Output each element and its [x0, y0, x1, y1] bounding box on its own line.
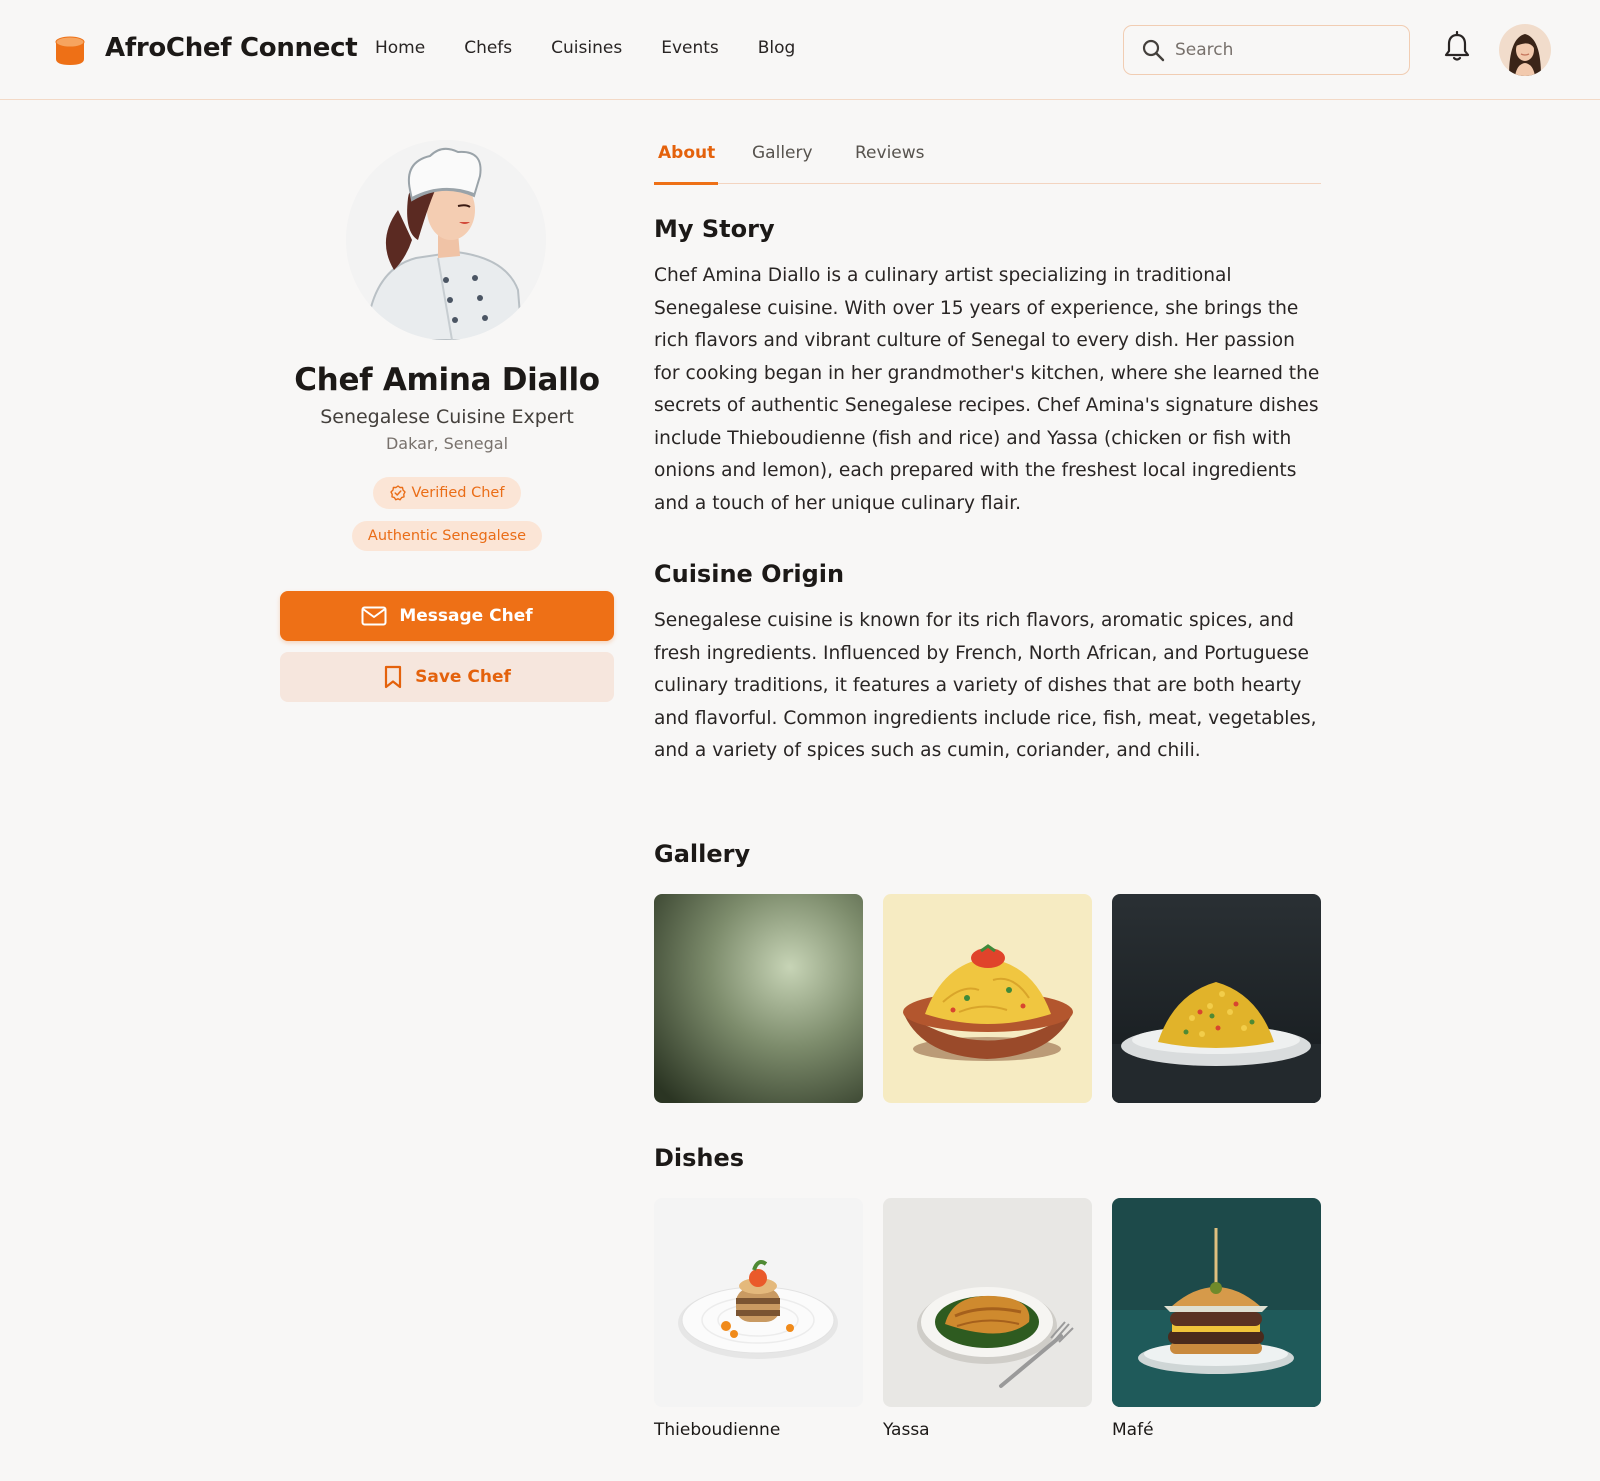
dish-name-mafe: Mafé	[1112, 1420, 1154, 1440]
notification-bell-icon[interactable]	[1443, 31, 1471, 63]
brand-name[interactable]: AfroChef Connect	[105, 33, 358, 63]
search-icon	[1142, 39, 1165, 62]
top-header: AfroChef Connect Home Chefs Cuisines Eve…	[0, 0, 1600, 100]
nav-cuisines[interactable]: Cuisines	[551, 38, 622, 58]
chef-name: Chef Amina Diallo	[294, 362, 600, 398]
dish-image-yassa[interactable]	[883, 1198, 1092, 1407]
tab-about[interactable]: About	[658, 143, 715, 163]
dish-name-yassa: Yassa	[883, 1420, 930, 1440]
cuisine-origin-text: Senegalese cuisine is known for its rich…	[654, 610, 1317, 761]
verified-chef-label: Verified Chef	[411, 485, 505, 501]
chef-profile-photo	[346, 140, 546, 340]
user-avatar-image	[1499, 24, 1551, 76]
gallery-image-3[interactable]	[1112, 894, 1321, 1103]
dish-image-mafe[interactable]	[1112, 1198, 1321, 1407]
logo-icon[interactable]	[54, 34, 86, 66]
cuisine-origin-heading: Cuisine Origin	[654, 560, 845, 588]
dish-name-thieboudienne: Thieboudienne	[654, 1420, 781, 1440]
gallery-image-2[interactable]	[883, 894, 1092, 1103]
chef-location: Dakar, Senegal	[385, 434, 509, 453]
nav-chefs[interactable]: Chefs	[464, 38, 512, 58]
tab-reviews[interactable]: Reviews	[855, 143, 925, 163]
main-nav: Home Chefs Cuisines Events Blog	[375, 38, 834, 58]
bookmark-icon	[385, 665, 402, 689]
message-chef-label: Message Chef	[399, 606, 533, 626]
search-box[interactable]	[1123, 25, 1410, 75]
dishes-heading: Dishes	[654, 1144, 745, 1172]
user-avatar[interactable]	[1499, 24, 1551, 76]
nav-home[interactable]: Home	[375, 38, 425, 58]
mail-icon	[361, 606, 387, 626]
chef-specialty: Senegalese Cuisine Expert	[320, 406, 574, 428]
gallery-image-1[interactable]	[654, 894, 863, 1103]
nav-blog[interactable]: Blog	[758, 38, 796, 58]
verified-check-icon	[389, 485, 406, 501]
gallery-heading: Gallery	[654, 840, 751, 868]
tab-gallery[interactable]: Gallery	[752, 143, 813, 163]
my-story-heading: My Story	[654, 215, 775, 243]
message-chef-button[interactable]: Message Chef	[280, 591, 614, 641]
authentic-senegalese-label: Authentic Senegalese	[367, 528, 527, 544]
profile-tabs: About Gallery Reviews	[654, 135, 1321, 185]
nav-events[interactable]: Events	[661, 38, 719, 58]
dish-image-thieboudienne[interactable]	[654, 1198, 863, 1407]
search-input[interactable]	[1175, 40, 1395, 60]
save-chef-label: Save Chef	[415, 667, 511, 687]
authentic-senegalese-badge: Authentic Senegalese	[352, 521, 542, 551]
verified-chef-badge: Verified Chef	[373, 477, 521, 509]
my-story-text: Chef Amina Diallo is a culinary artist s…	[654, 265, 1320, 514]
active-tab-indicator	[654, 182, 718, 185]
save-chef-button[interactable]: Save Chef	[280, 652, 614, 702]
